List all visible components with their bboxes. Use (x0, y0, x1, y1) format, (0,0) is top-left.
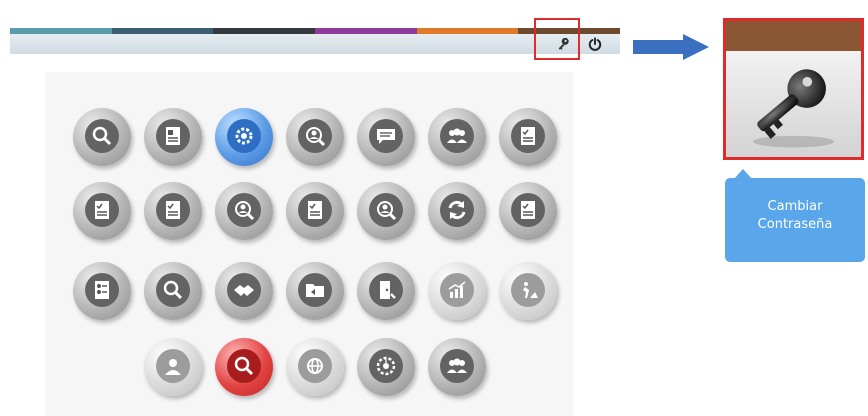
checklist-icon[interactable] (144, 182, 202, 240)
checklist-icon[interactable] (499, 182, 557, 240)
user-group-search-icon[interactable] (357, 182, 415, 240)
key-icon-highlight (534, 18, 580, 60)
user-group-search-icon[interactable] (215, 182, 273, 240)
search-user-icon[interactable] (73, 108, 131, 166)
zoom-header-bar (726, 21, 861, 51)
tooltip-line-1: Cambiar (767, 199, 823, 214)
change-password-tooltip: Cambiar Contraseña (725, 169, 865, 262)
checklist-icon[interactable] (499, 108, 557, 166)
top-bar (10, 28, 621, 54)
document-icon[interactable] (144, 108, 202, 166)
zoomed-key-panel (723, 18, 864, 160)
arrow-right-icon (633, 34, 709, 60)
search-user-icon[interactable] (215, 338, 273, 396)
color-stripe (10, 28, 621, 34)
door-exit-icon[interactable] (357, 262, 415, 320)
zoom-icon-area (726, 51, 861, 157)
stripe-segment-1 (10, 28, 112, 34)
chart-growth-icon[interactable] (428, 262, 486, 320)
checklist-icon[interactable] (286, 182, 344, 240)
search-user-icon[interactable] (144, 262, 202, 320)
checklist-icon[interactable] (73, 182, 131, 240)
stripe-segment-5 (416, 28, 519, 34)
folder-transfer-icon[interactable] (286, 262, 344, 320)
users-icon[interactable] (428, 338, 486, 396)
stripe-segment-4 (315, 28, 417, 34)
settings-gear-icon[interactable] (215, 108, 273, 166)
handshake-icon[interactable] (215, 262, 273, 320)
users-icon[interactable] (428, 108, 486, 166)
circuit-gear-icon[interactable] (357, 338, 415, 396)
globe-network-icon[interactable] (286, 338, 344, 396)
refresh-icon[interactable] (428, 182, 486, 240)
stripe-segment-2 (111, 28, 214, 34)
road-work-icon[interactable] (499, 262, 557, 320)
tooltip-line-2: Contraseña (757, 217, 833, 232)
chat-message-icon[interactable] (357, 108, 415, 166)
contact-list-icon[interactable] (73, 262, 131, 320)
stripe-segment-3 (213, 28, 316, 34)
key-icon[interactable] (726, 51, 861, 157)
power-icon[interactable] (588, 37, 602, 51)
user-group-search-icon[interactable] (286, 108, 344, 166)
user-profile-icon[interactable] (144, 338, 202, 396)
modules-panel (45, 72, 573, 416)
